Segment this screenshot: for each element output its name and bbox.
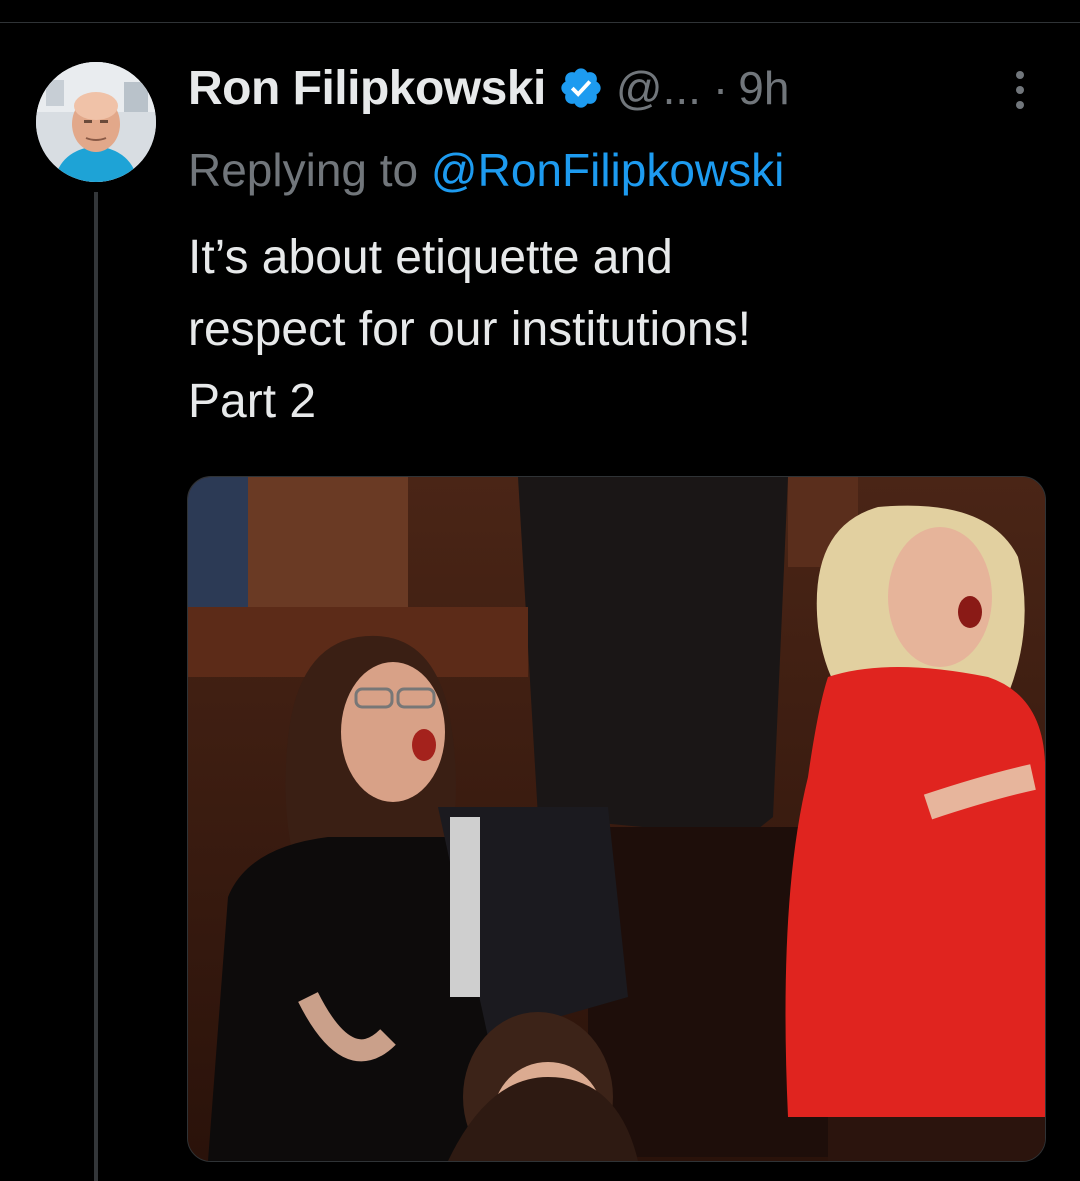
tweet-media-image[interactable] bbox=[187, 476, 1046, 1162]
author-name[interactable]: Ron Filipkowski bbox=[188, 61, 546, 116]
timestamp[interactable]: 9h bbox=[738, 61, 789, 115]
more-button[interactable] bbox=[1000, 62, 1040, 118]
tweet-header: Ron Filipkowski @... · 9h bbox=[188, 56, 789, 120]
avatar[interactable] bbox=[36, 62, 156, 182]
reply-handle-link[interactable]: @RonFilipkowski bbox=[431, 144, 784, 196]
separator-dot: · bbox=[712, 62, 729, 114]
author-handle[interactable]: @... bbox=[616, 61, 701, 115]
reply-context: Replying to @RonFilipkowski bbox=[188, 140, 784, 200]
media-photo bbox=[188, 477, 1045, 1161]
top-divider bbox=[0, 22, 1080, 23]
more-vertical-icon bbox=[1016, 71, 1024, 109]
tweet-text: It’s about etiquette and respect for our… bbox=[188, 231, 751, 428]
reply-prefix: Replying to bbox=[188, 144, 419, 196]
thread-line bbox=[94, 192, 98, 1181]
avatar-image bbox=[36, 62, 156, 182]
verified-badge-icon[interactable] bbox=[558, 65, 604, 111]
